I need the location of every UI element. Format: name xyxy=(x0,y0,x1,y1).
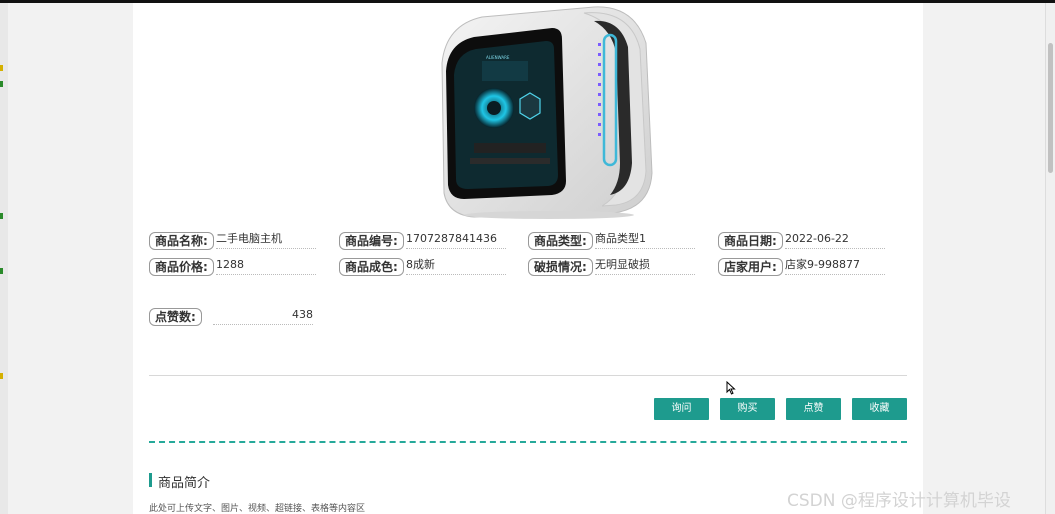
field-label: 破损情况: xyxy=(528,258,593,276)
field-value: 8成新 xyxy=(406,258,506,275)
field-product-name: 商品名称: 二手电脑主机 xyxy=(149,232,319,252)
intro-content: 此处可上传文字、图片、视频、超链接、表格等内容区 xyxy=(149,504,366,514)
field-value: 二手电脑主机 xyxy=(216,232,316,249)
page-scrollbar[interactable] xyxy=(1045,3,1055,514)
brand-text: ALIENWARE xyxy=(486,55,510,60)
like-button[interactable]: 点赞 xyxy=(786,398,841,420)
buy-button[interactable]: 购买 xyxy=(720,398,775,420)
field-value: 店家9-998877 xyxy=(785,258,885,275)
product-detail-panel: ALIENWARE 商品名称: 二手电脑主机 商品编号: 17072878414… xyxy=(133,3,923,514)
field-value: 商品类型1 xyxy=(595,232,695,249)
field-product-price: 商品价格: 1288 xyxy=(149,258,319,278)
like-count-value: 438 xyxy=(213,308,313,325)
field-value: 无明显破损 xyxy=(595,258,695,275)
field-label: 商品类型: xyxy=(528,232,593,250)
field-shop-user: 店家用户: 店家9-998877 xyxy=(718,258,888,278)
field-label: 商品编号: xyxy=(339,232,404,250)
field-label: 店家用户: xyxy=(718,258,783,276)
mouse-cursor-icon xyxy=(726,381,736,395)
left-edge-strip xyxy=(0,3,8,514)
field-label: 商品成色: xyxy=(339,258,404,276)
favorite-button[interactable]: 收藏 xyxy=(852,398,907,420)
field-value: 2022-06-22 xyxy=(785,232,885,249)
field-value: 1707287841436 xyxy=(406,232,506,249)
field-label: 点赞数: xyxy=(149,308,202,326)
field-value: 1288 xyxy=(216,258,316,275)
intro-section-title: 商品简介 xyxy=(158,476,211,491)
field-product-type: 商品类型: 商品类型1 xyxy=(528,232,698,252)
field-product-condition: 商品成色: 8成新 xyxy=(339,258,509,278)
ask-button[interactable]: 询问 xyxy=(654,398,709,420)
field-like-count: 点赞数: 438 xyxy=(149,308,319,328)
field-label: 商品日期: xyxy=(718,232,783,250)
dashed-divider xyxy=(149,441,907,443)
field-product-date: 商品日期: 2022-06-22 xyxy=(718,232,888,252)
section-accent-bar xyxy=(149,473,152,487)
product-image: ALIENWARE xyxy=(434,3,654,220)
watermark: CSDN @程序设计计算机毕设 xyxy=(787,491,1011,511)
field-product-number: 商品编号: 1707287841436 xyxy=(339,232,509,252)
scrollbar-thumb[interactable] xyxy=(1048,43,1053,173)
field-label: 商品名称: xyxy=(149,232,214,250)
field-label: 商品价格: xyxy=(149,258,214,276)
field-damage-status: 破损情况: 无明显破损 xyxy=(528,258,698,278)
divider xyxy=(149,375,907,376)
desktop-pc-illustration: ALIENWARE xyxy=(441,6,653,219)
